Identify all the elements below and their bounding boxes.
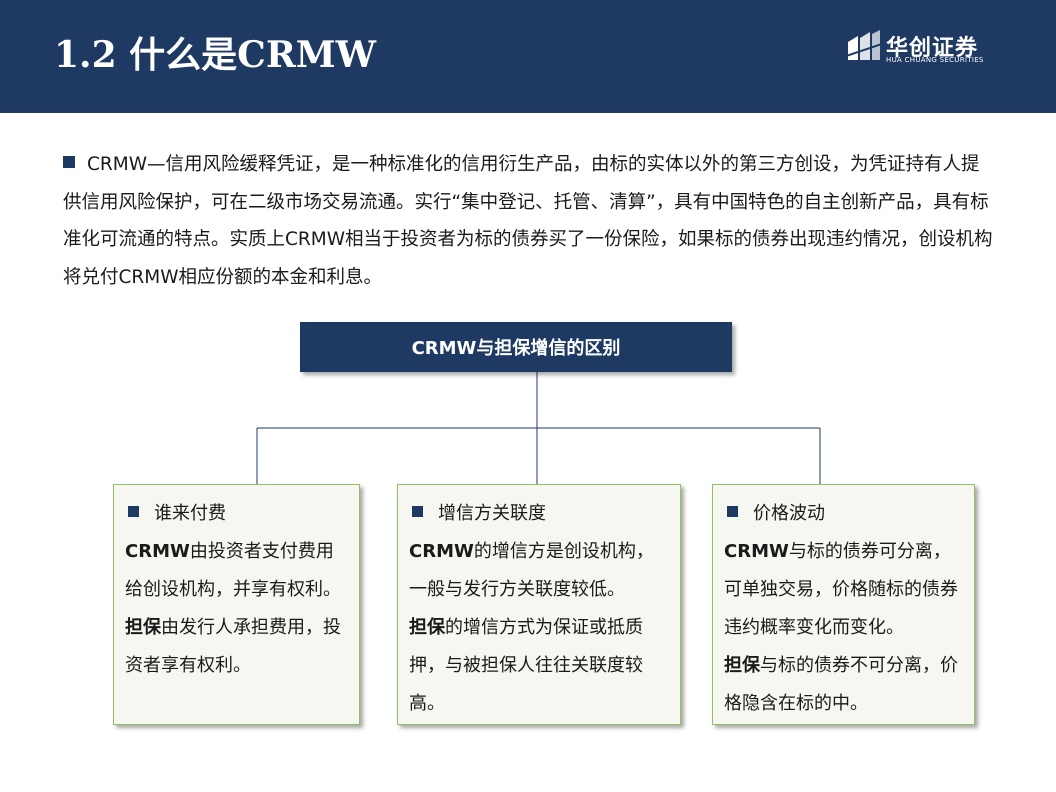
- card-lead: CRMW: [409, 541, 474, 562]
- card-title-text: 增信方关联度: [438, 503, 546, 524]
- square-bullet-icon: [727, 506, 738, 517]
- card-lead: 担保: [409, 617, 445, 638]
- card-paragraph: CRMW与标的债券可分离，可单独交易，价格随标的债券违约概率变化而变化。: [724, 533, 964, 647]
- card-who-pays: 谁来付费 CRMW由投资者支付费用给创设机构，并享有权利。 担保由发行人承担费用…: [113, 484, 360, 725]
- square-bullet-icon: [412, 506, 423, 517]
- logo-mark-icon: [846, 30, 882, 60]
- card-relation-degree: 增信方关联度 CRMW的增信方是创设机构，一般与发行方关联度较低。 担保的增信方…: [397, 484, 681, 725]
- header-bar: 1.2 什么是CRMW 华创证券 HUA CHUANG SECURITIES: [0, 0, 1056, 113]
- intro-paragraph: CRMW—信用风险缓释凭证，是一种标准化的信用衍生产品，由标的实体以外的第三方创…: [63, 146, 993, 296]
- intro-text: CRMW—信用风险缓释凭证，是一种标准化的信用衍生产品，由标的实体以外的第三方创…: [63, 154, 993, 288]
- card-lead: CRMW: [125, 541, 190, 562]
- card-paragraph: 担保与标的债券不可分离，价格隐含在标的中。: [724, 647, 964, 723]
- card-paragraph: 担保由发行人承担费用，投资者享有权利。: [125, 609, 349, 685]
- card-text: 的增信方式为保证或抵质押，与被担保人往往关联度较高。: [409, 617, 643, 714]
- card-title: 谁来付费: [125, 495, 349, 533]
- card-title-text: 谁来付费: [154, 503, 226, 524]
- card-title: 增信方关联度: [409, 495, 670, 533]
- card-text: 与标的债券不可分离，价格隐含在标的中。: [724, 655, 958, 714]
- square-bullet-icon: [128, 506, 139, 517]
- card-price-volatility: 价格波动 CRMW与标的债券可分离，可单独交易，价格随标的债券违约概率变化而变化…: [712, 484, 975, 725]
- company-logo: 华创证券 HUA CHUANG SECURITIES: [846, 30, 1006, 70]
- square-bullet-icon: [63, 156, 75, 168]
- diagram-root-node: CRMW与担保增信的区别: [300, 322, 732, 372]
- card-lead: CRMW: [724, 541, 789, 562]
- card-paragraph: CRMW的增信方是创设机构，一般与发行方关联度较低。: [409, 533, 670, 609]
- page-title: 1.2 什么是CRMW: [54, 34, 377, 76]
- card-paragraph: CRMW由投资者支付费用给创设机构，并享有权利。: [125, 533, 349, 609]
- card-paragraph: 担保的增信方式为保证或抵质押，与被担保人往往关联度较高。: [409, 609, 670, 723]
- card-title: 价格波动: [724, 495, 964, 533]
- logo-english-name: HUA CHUANG SECURITIES: [886, 56, 984, 64]
- card-title-text: 价格波动: [753, 503, 825, 524]
- card-lead: 担保: [724, 655, 760, 676]
- card-lead: 担保: [125, 617, 161, 638]
